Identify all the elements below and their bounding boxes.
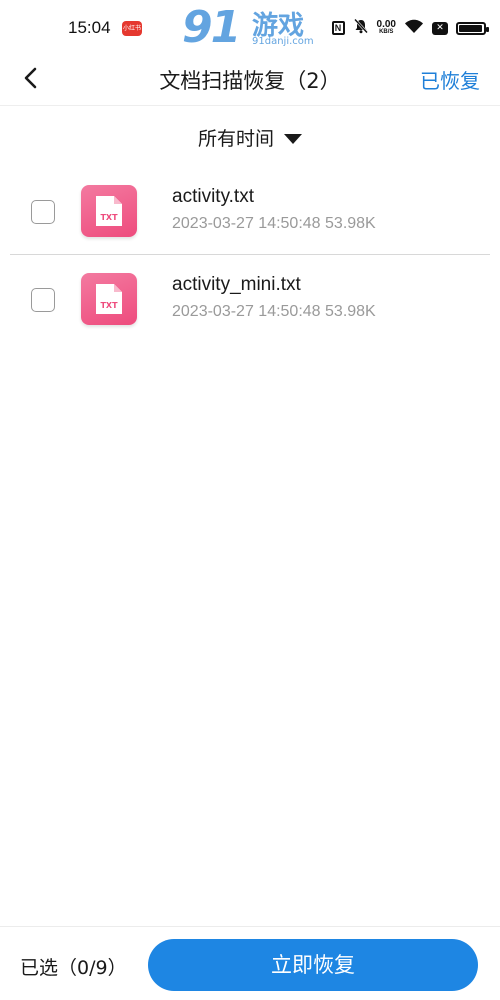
time-filter-label: 所有时间 [197, 128, 274, 150]
app-header: 文档扫描恢复（2） 已恢复 [0, 52, 500, 106]
status-time: 15:04 [68, 18, 111, 37]
recovered-link[interactable]: 已恢复 [420, 65, 480, 94]
bottom-action-bar: 已选（0/9） 立即恢复 [0, 926, 500, 1000]
caret-down-icon [284, 133, 302, 144]
mute-icon [353, 18, 369, 38]
notification-app-icon: 小红书 [122, 21, 142, 36]
txt-file-icon: TXT [81, 273, 137, 325]
watermark-number: 91 [182, 2, 241, 53]
file-name: activity.txt [172, 186, 254, 207]
recover-now-button[interactable]: 立即恢复 [148, 939, 478, 991]
no-sim-icon: ✕ [432, 21, 448, 35]
file-type-label: TXT [100, 301, 118, 310]
watermark-logo: 91 游戏 91danji.com [182, 2, 322, 54]
battery-icon [456, 21, 489, 35]
network-speed: 0.00 KB/S [377, 20, 396, 36]
txt-file-icon: TXT [81, 185, 137, 237]
file-checkbox[interactable] [31, 288, 55, 312]
status-icons: N 0.00 KB/S ✕ [331, 17, 489, 39]
selected-count: 已选（0/9） [20, 957, 127, 979]
battery-level [459, 24, 482, 32]
status-bar: 15:04 小红书 91 游戏 91danji.com N 0.00 KB/S … [0, 0, 500, 54]
time-filter-dropdown[interactable]: 所有时间 [0, 124, 500, 151]
file-name: activity_mini.txt [172, 274, 301, 295]
network-speed-unit: KB/S [379, 29, 394, 35]
divider [10, 254, 490, 255]
watermark-url: 91danji.com [252, 36, 314, 47]
file-checkbox[interactable] [31, 200, 55, 224]
list-item[interactable]: TXT activity_mini.txt 2023-03-27 14:50:4… [0, 256, 500, 342]
file-type-label: TXT [100, 213, 118, 222]
nfc-icon: N [331, 21, 345, 35]
file-meta: 2023-03-27 14:50:48 53.98K [172, 303, 376, 320]
list-item[interactable]: TXT activity.txt 2023-03-27 14:50:48 53.… [0, 168, 500, 254]
wifi-icon [404, 18, 424, 38]
file-meta: 2023-03-27 14:50:48 53.98K [172, 215, 376, 232]
